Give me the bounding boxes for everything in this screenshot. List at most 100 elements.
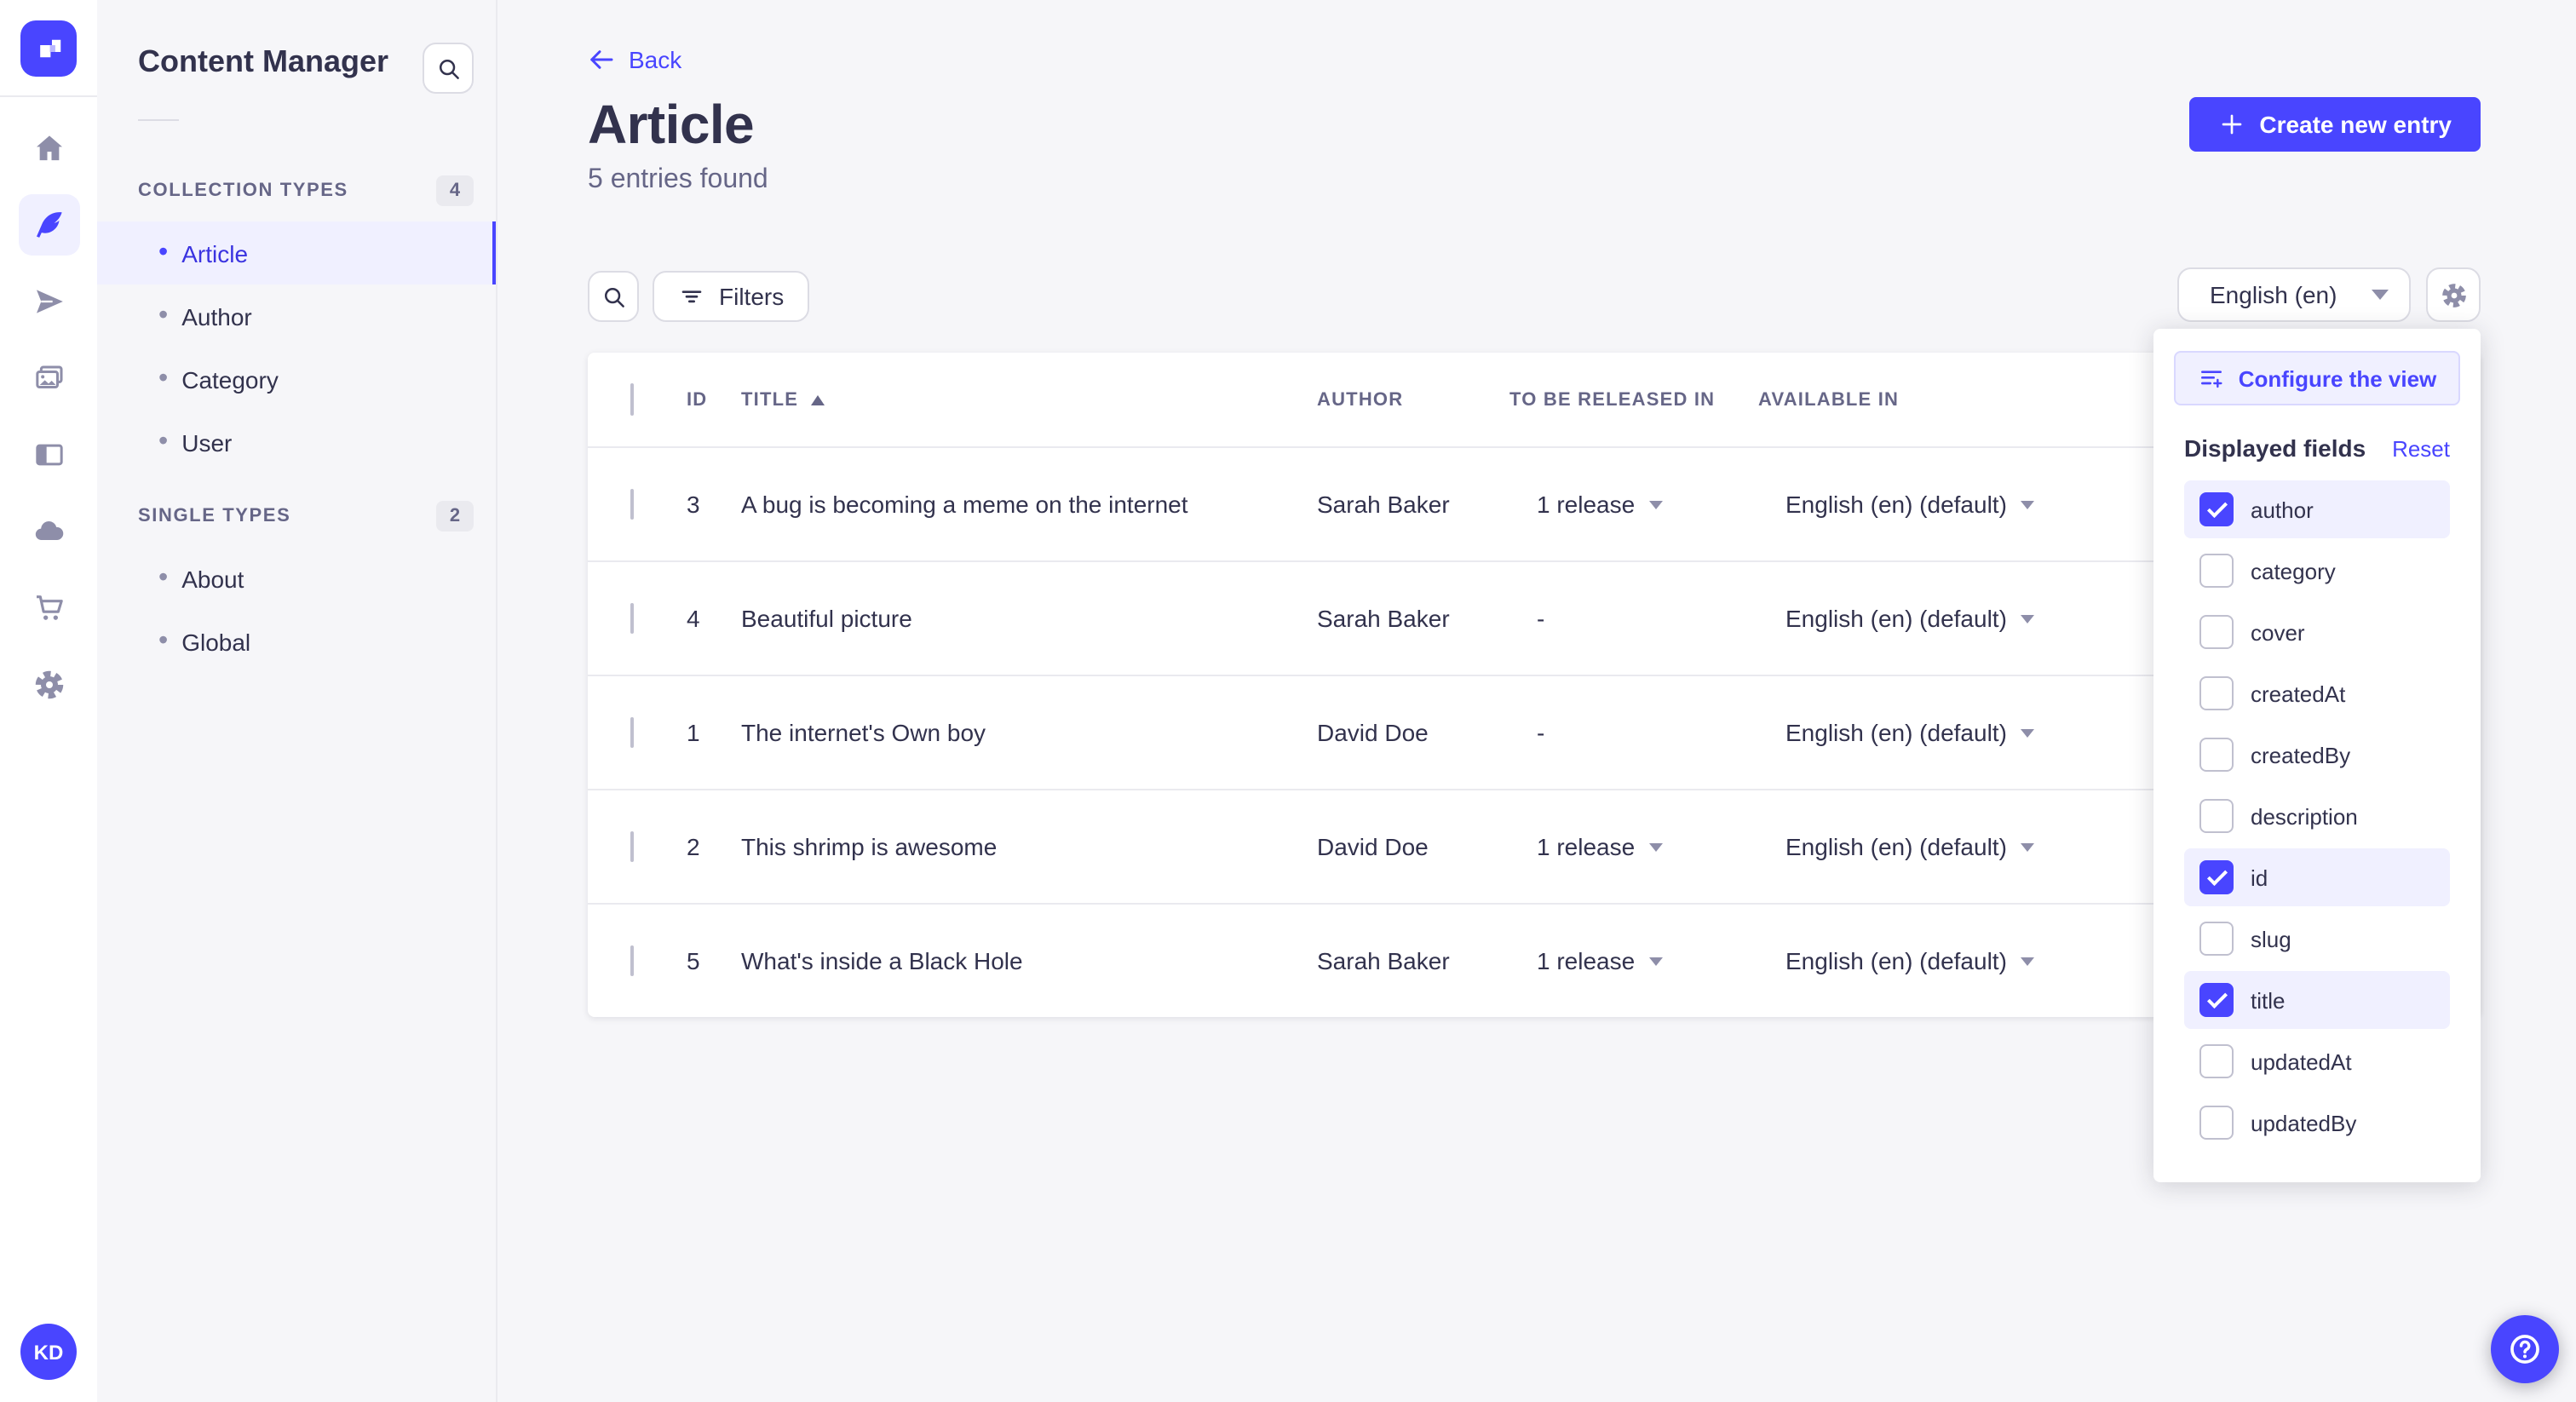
- field-checkbox-slug[interactable]: [2199, 922, 2234, 956]
- cell-id: 5: [687, 947, 700, 974]
- field-row-title[interactable]: title: [2184, 971, 2450, 1029]
- filter-icon: [681, 290, 702, 303]
- releases-dropdown-caret[interactable]: [1648, 842, 1663, 851]
- field-row-description[interactable]: description: [2184, 787, 2450, 845]
- locales-dropdown-caret[interactable]: [2020, 957, 2034, 965]
- locale-value: English (en) (default): [1785, 605, 2007, 632]
- field-row-category[interactable]: category: [2184, 542, 2450, 600]
- field-checkbox-updatedAt[interactable]: [2199, 1044, 2234, 1078]
- releases-value: -: [1537, 605, 1545, 632]
- select-all-checkbox[interactable]: [630, 382, 634, 415]
- bullet-icon: •: [158, 427, 169, 456]
- subnav-item-author[interactable]: • Author: [97, 284, 496, 348]
- column-header-released[interactable]: TO BE RELEASED IN: [1509, 389, 1758, 410]
- locales-dropdown-caret[interactable]: [2020, 842, 2034, 851]
- field-row-createdAt[interactable]: createdAt: [2184, 664, 2450, 722]
- subnav-item-article[interactable]: • Article: [97, 221, 496, 284]
- cell-author: David Doe: [1317, 719, 1429, 746]
- field-checkbox-cover[interactable]: [2199, 615, 2234, 649]
- field-checkbox-id[interactable]: [2199, 860, 2234, 894]
- locales-dropdown-caret[interactable]: [2020, 500, 2034, 509]
- field-checkbox-title[interactable]: [2199, 983, 2234, 1017]
- subnav-item-label: Article: [181, 239, 249, 267]
- subnav-item-label: Author: [181, 302, 252, 330]
- field-row-id[interactable]: id: [2184, 848, 2450, 906]
- field-label: slug: [2251, 926, 2291, 951]
- locale-select-value: English (en): [2210, 281, 2337, 308]
- subnav-search-button[interactable]: [423, 43, 474, 94]
- column-header-author[interactable]: AUTHOR: [1317, 389, 1509, 410]
- subnav-item-label: Category: [181, 365, 279, 393]
- field-row-updatedAt[interactable]: updatedAt: [2184, 1032, 2450, 1090]
- field-row-createdBy[interactable]: createdBy: [2184, 726, 2450, 784]
- field-label: title: [2251, 987, 2286, 1013]
- locale-value: English (en) (default): [1785, 719, 2007, 746]
- row-checkbox[interactable]: [630, 603, 634, 634]
- field-label: author: [2251, 497, 2314, 522]
- user-avatar[interactable]: KD: [20, 1324, 77, 1380]
- locale-select[interactable]: English (en): [2177, 267, 2411, 322]
- search-icon: [603, 286, 624, 307]
- subnav-item-about[interactable]: • About: [97, 547, 496, 610]
- field-checkbox-createdAt[interactable]: [2199, 676, 2234, 710]
- configure-view-button[interactable]: Configure the view: [2174, 351, 2460, 405]
- help-button[interactable]: [2491, 1315, 2559, 1383]
- subnav-item-global[interactable]: • Global: [97, 610, 496, 673]
- row-checkbox[interactable]: [630, 717, 634, 748]
- home-icon[interactable]: [18, 118, 79, 179]
- field-label: id: [2251, 865, 2268, 890]
- cell-id: 2: [687, 833, 700, 860]
- field-checkbox-author[interactable]: [2199, 492, 2234, 526]
- field-row-slug[interactable]: slug: [2184, 910, 2450, 968]
- column-header-id[interactable]: ID: [687, 389, 741, 410]
- releases-dropdown-caret[interactable]: [1648, 500, 1663, 509]
- strapi-logo-icon: [40, 39, 61, 58]
- displayed-fields-heading: Displayed fields: [2184, 434, 2366, 462]
- subnav-item-label: About: [181, 565, 244, 592]
- back-label: Back: [629, 46, 682, 73]
- layout-icon[interactable]: [18, 424, 79, 486]
- field-checkbox-category[interactable]: [2199, 554, 2234, 588]
- field-row-cover[interactable]: cover: [2184, 603, 2450, 661]
- arrow-left-icon: [590, 50, 613, 69]
- create-new-entry-button[interactable]: Create new entry: [2189, 97, 2481, 152]
- field-checkbox-updatedBy[interactable]: [2199, 1106, 2234, 1140]
- field-label: updatedBy: [2251, 1110, 2357, 1135]
- back-link[interactable]: Back: [588, 46, 681, 73]
- filters-button[interactable]: Filters: [653, 271, 810, 322]
- sort-ascending-icon[interactable]: [810, 394, 825, 405]
- row-checkbox[interactable]: [630, 831, 634, 862]
- gear-icon: [2441, 283, 2465, 307]
- question-circle-icon: [2510, 1335, 2539, 1364]
- field-row-updatedBy[interactable]: updatedBy: [2184, 1094, 2450, 1152]
- reset-link[interactable]: Reset: [2392, 435, 2450, 461]
- filters-label: Filters: [719, 283, 785, 310]
- cart-icon[interactable]: [18, 577, 79, 639]
- media-gallery-icon[interactable]: [18, 348, 79, 409]
- entries-count: 5 entries found: [588, 165, 768, 194]
- cell-title: Beautiful picture: [741, 605, 912, 632]
- locales-dropdown-caret[interactable]: [2020, 728, 2034, 737]
- table-search-button[interactable]: [588, 271, 639, 322]
- field-checkbox-createdBy[interactable]: [2199, 738, 2234, 772]
- cell-author: Sarah Baker: [1317, 605, 1450, 632]
- cell-title: A bug is becoming a meme on the internet: [741, 491, 1188, 518]
- row-checkbox[interactable]: [630, 945, 634, 976]
- field-row-author[interactable]: author: [2184, 480, 2450, 538]
- feather-icon[interactable]: [18, 194, 79, 256]
- gear-icon[interactable]: [18, 654, 79, 715]
- column-header-title[interactable]: TITLE: [741, 389, 1317, 410]
- field-checkbox-description[interactable]: [2199, 799, 2234, 833]
- releases-dropdown-caret[interactable]: [1648, 957, 1663, 965]
- view-settings-button[interactable]: [2426, 267, 2481, 322]
- row-checkbox[interactable]: [630, 489, 634, 520]
- paper-plane-icon[interactable]: [18, 271, 79, 332]
- locales-dropdown-caret[interactable]: [2020, 614, 2034, 623]
- cloud-icon[interactable]: [18, 501, 79, 562]
- subnav-item-user[interactable]: • User: [97, 411, 496, 474]
- strapi-logo[interactable]: [20, 20, 77, 77]
- cell-to-be-released-in: -: [1509, 719, 1758, 746]
- subnav-item-category[interactable]: • Category: [97, 348, 496, 411]
- field-label: createdBy: [2251, 742, 2351, 767]
- toolbar-left: Filters: [588, 271, 810, 322]
